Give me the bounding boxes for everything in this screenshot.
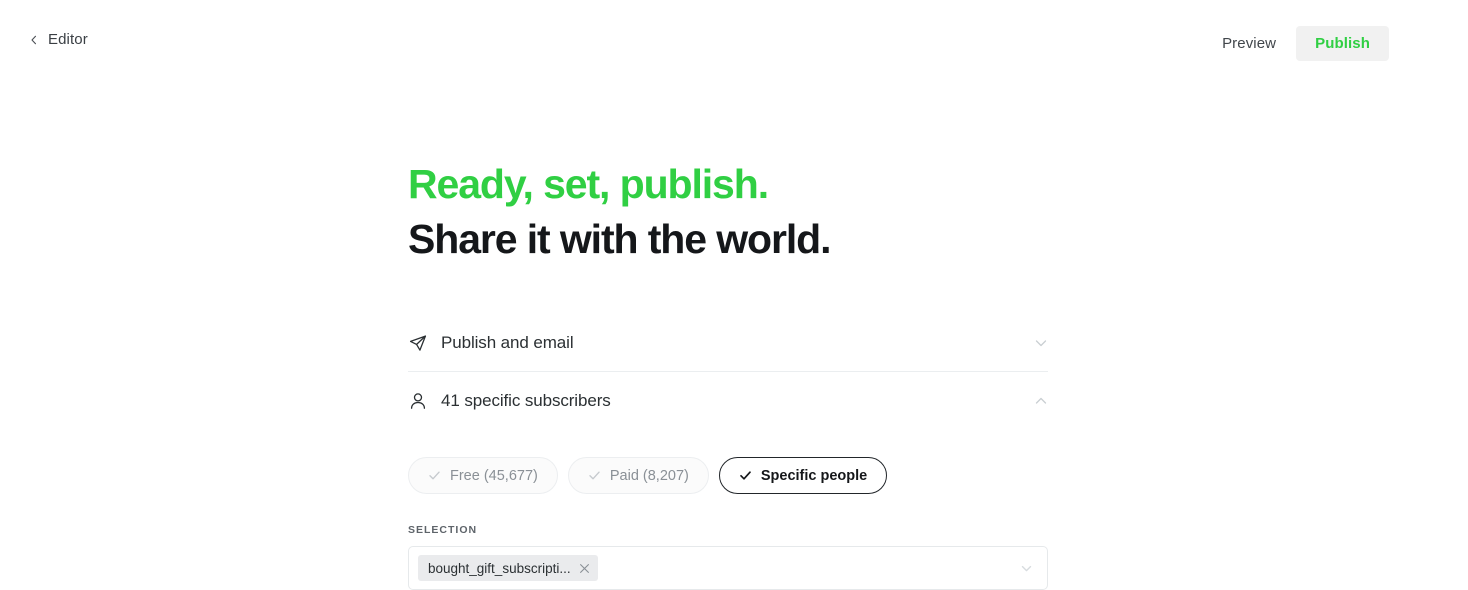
send-icon <box>408 333 428 353</box>
selection-tag[interactable]: bought_gift_subscripti... <box>418 555 598 581</box>
top-bar-actions: Preview Publish <box>1212 26 1389 61</box>
publish-button[interactable]: Publish <box>1296 26 1389 61</box>
audience-filter-pills: Free (45,677) Paid (8,207) Specific peop… <box>408 457 1048 494</box>
preview-button[interactable]: Preview <box>1212 27 1286 60</box>
selection-block: SELECTION bought_gift_subscripti... <box>408 524 1048 590</box>
chevron-down-icon[interactable] <box>1020 562 1033 575</box>
pill-paid-label: Paid (8,207) <box>609 467 689 484</box>
back-to-editor-link[interactable]: Editor <box>29 31 88 48</box>
pill-specific-people[interactable]: Specific people <box>718 457 888 494</box>
publish-and-email-row[interactable]: Publish and email <box>408 315 1048 372</box>
page-title: Ready, set, publish. Share it with the w… <box>408 157 1048 267</box>
specific-subscribers-label: 41 specific subscribers <box>441 390 611 410</box>
page-title-line-2: Share it with the world. <box>408 216 831 262</box>
publish-and-email-label: Publish and email <box>441 333 574 352</box>
close-icon[interactable] <box>579 563 590 574</box>
publish-panel: Ready, set, publish. Share it with the w… <box>408 0 1048 590</box>
check-icon <box>739 469 752 482</box>
user-icon <box>408 391 428 411</box>
publish-options-list: Publish and email 41 specific subscriber… <box>408 315 1048 590</box>
selection-input[interactable]: bought_gift_subscripti... <box>408 546 1048 590</box>
pill-specific-people-label: Specific people <box>760 467 868 484</box>
chevron-up-icon[interactable] <box>1034 394 1048 408</box>
check-icon <box>428 469 441 482</box>
selection-label: SELECTION <box>408 524 478 536</box>
page-title-line-1: Ready, set, publish. <box>408 161 769 207</box>
pill-paid[interactable]: Paid (8,207) <box>567 457 709 494</box>
back-to-editor-label: Editor <box>48 31 88 48</box>
pill-free[interactable]: Free (45,677) <box>408 457 558 494</box>
chevron-down-icon[interactable] <box>1034 336 1048 350</box>
chevron-left-icon <box>29 35 39 45</box>
specific-subscribers-row[interactable]: 41 specific subscribers <box>408 372 1048 429</box>
selection-tag-label: bought_gift_subscripti... <box>428 560 571 576</box>
check-icon <box>588 469 601 482</box>
pill-free-label: Free (45,677) <box>450 467 538 484</box>
